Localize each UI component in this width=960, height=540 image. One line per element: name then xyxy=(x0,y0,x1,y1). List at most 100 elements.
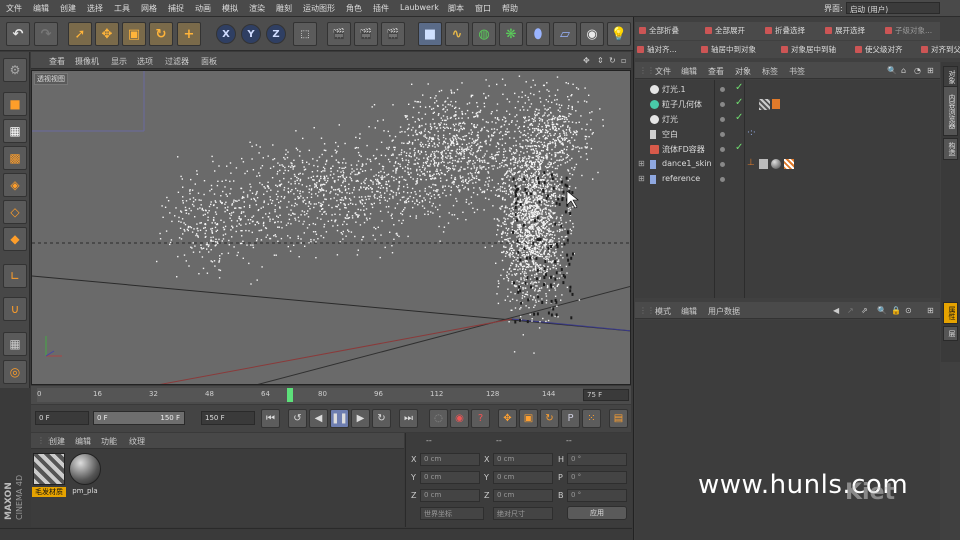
render-picture-viewer-icon[interactable]: 🎬 xyxy=(354,22,378,46)
up-arrow-icon[interactable]: ↗ xyxy=(847,306,854,315)
child-object-button[interactable]: 子级对象... xyxy=(885,25,932,37)
workplane-lock-icon[interactable]: ▦ xyxy=(3,332,27,356)
viewport-nav-zoom-icon[interactable]: ⇕ xyxy=(597,56,604,65)
visibility-dot[interactable] xyxy=(720,132,725,137)
goto-end-icon[interactable]: ⏭ xyxy=(399,409,418,428)
scale-icon[interactable]: ▣ xyxy=(122,22,146,46)
pause-icon[interactable]: ❚❚ xyxy=(330,409,349,428)
pos-y-field[interactable]: 0 cm xyxy=(420,471,480,484)
key-scale-icon[interactable]: ▣ xyxy=(519,409,538,428)
visibility-dot[interactable] xyxy=(720,117,725,122)
size-x-field[interactable]: 0 cm xyxy=(493,453,553,466)
constraint-tag-icon[interactable]: ·:· xyxy=(747,128,756,138)
edges-mode-icon[interactable]: ◇ xyxy=(3,200,27,224)
timeline-window-icon[interactable]: ▤ xyxy=(609,409,628,428)
timeline-playhead[interactable] xyxy=(286,388,293,402)
floor-icon[interactable]: ▱ xyxy=(553,22,577,46)
attr-menu-edit[interactable]: 编辑 xyxy=(681,306,697,317)
menu-mesh[interactable]: 网格 xyxy=(141,3,157,14)
menu-window[interactable]: 窗口 xyxy=(475,3,491,14)
rot-p-field[interactable]: 0 ° xyxy=(567,471,627,484)
object-row[interactable]: 灯光.1 ✓ xyxy=(635,82,940,97)
next-key-icon[interactable]: ↻ xyxy=(372,409,391,428)
size-mode-select[interactable]: 绝对尺寸 xyxy=(493,507,553,520)
timeline-ruler[interactable]: 0 16 32 48 64 80 96 112 128 144 75 F xyxy=(31,386,631,404)
material-tag-icon[interactable] xyxy=(759,99,770,110)
object-menu-bookmarks[interactable]: 书签 xyxy=(789,66,805,77)
align-to-parent-button[interactable]: 使父级对齐 xyxy=(855,44,903,56)
tag-icon[interactable] xyxy=(772,99,780,109)
enabled-check-icon[interactable]: ✓ xyxy=(735,97,743,108)
hair-material-swatch[interactable] xyxy=(33,453,65,485)
material-menu-create[interactable]: 创建 xyxy=(49,436,65,447)
visibility-dot[interactable] xyxy=(720,87,725,92)
render-view-icon[interactable]: 🎬 xyxy=(327,22,351,46)
enabled-check-icon[interactable]: ✓ xyxy=(735,112,743,123)
menu-animate[interactable]: 动画 xyxy=(195,3,211,14)
constraint-tag-icon[interactable]: ⊥ xyxy=(747,158,755,168)
lock-icon[interactable]: ◎ xyxy=(3,360,27,384)
new-window-icon[interactable]: ⊞ xyxy=(927,66,934,75)
key-position-icon[interactable]: ✥ xyxy=(498,409,517,428)
object-row[interactable]: ⊞ reference xyxy=(635,172,940,187)
search-icon[interactable]: 🔍 xyxy=(887,66,897,75)
object-menu-view[interactable]: 查看 xyxy=(708,66,724,77)
texture-mode-icon[interactable]: ▦ xyxy=(3,119,27,143)
visibility-dot[interactable] xyxy=(720,102,725,107)
object-menu-edit[interactable]: 编辑 xyxy=(681,66,697,77)
menu-select[interactable]: 选择 xyxy=(87,3,103,14)
move-icon[interactable]: ✥ xyxy=(95,22,119,46)
spline-icon[interactable]: ∿ xyxy=(445,22,469,46)
tab-content-browser[interactable]: 内容浏览器 xyxy=(943,86,958,136)
menu-render[interactable]: 渲染 xyxy=(249,3,265,14)
autokey-icon[interactable]: ◉ xyxy=(450,409,469,428)
key-parameter-icon[interactable]: P xyxy=(561,409,580,428)
tab-structure[interactable]: 构造 xyxy=(943,138,958,160)
align-to-parent-button-2[interactable]: 对齐到父 xyxy=(921,44,960,56)
record-keys-icon[interactable]: ◌ xyxy=(429,409,448,428)
viewport-nav-move-icon[interactable]: ✥ xyxy=(583,56,590,65)
viewport-menu-camera[interactable]: 摄像机 xyxy=(75,56,99,67)
prev-frame-icon[interactable]: ◀ xyxy=(309,409,328,428)
visibility-dot[interactable] xyxy=(720,147,725,152)
pos-x-field[interactable]: 0 cm xyxy=(420,453,480,466)
y-axis-icon[interactable]: Y xyxy=(241,24,261,44)
pm-material-swatch[interactable] xyxy=(69,453,101,485)
nurbs-icon[interactable]: ◍ xyxy=(472,22,496,46)
texture-tag-icon[interactable] xyxy=(784,159,794,169)
forward-icon[interactable]: ⇗ xyxy=(861,306,868,315)
viewport-nav-rotate-icon[interactable]: ↻ xyxy=(609,56,616,65)
collapse-selection-button[interactable]: 折叠选择 xyxy=(765,25,805,37)
light-icon[interactable]: 💡 xyxy=(607,22,631,46)
add-icon[interactable]: + xyxy=(177,22,201,46)
attr-menu-userdata[interactable]: 用户数据 xyxy=(708,306,740,317)
rotate-icon[interactable]: ↻ xyxy=(149,22,173,46)
object-row[interactable]: 流体FD容器 ✓ xyxy=(635,142,940,157)
menu-character[interactable]: 角色 xyxy=(346,3,362,14)
viewport-menu-filter[interactable]: 过滤器 xyxy=(165,56,189,67)
object-row[interactable]: 粒子几何体 ✓ xyxy=(635,97,940,112)
lock-icon[interactable]: 🔒 xyxy=(891,306,901,315)
timeline-end-field[interactable]: 75 F xyxy=(583,389,629,401)
snap-icon[interactable]: ∪ xyxy=(3,297,27,321)
model-mode-icon[interactable]: ■ xyxy=(3,92,27,116)
menu-mograph[interactable]: 运动图形 xyxy=(303,3,335,14)
home-icon[interactable]: ⌂ xyxy=(901,66,906,75)
menu-script[interactable]: 脚本 xyxy=(448,3,464,14)
key-rotation-icon[interactable]: ↻ xyxy=(540,409,559,428)
x-axis-icon[interactable]: X xyxy=(216,24,236,44)
perspective-viewport[interactable]: 透视视图 xyxy=(31,70,631,385)
object-center-to-axis-button[interactable]: 对象居中到轴 xyxy=(781,44,836,56)
search-icon[interactable]: 🔍 xyxy=(877,306,887,315)
material-menu-function[interactable]: 功能 xyxy=(101,436,117,447)
menu-tools[interactable]: 工具 xyxy=(114,3,130,14)
viewport-menu-panel[interactable]: 面板 xyxy=(201,56,217,67)
expand-icon[interactable]: ⊞ xyxy=(638,174,645,183)
material-menu-texture[interactable]: 纹理 xyxy=(129,436,145,447)
menu-plugins[interactable]: 插件 xyxy=(373,3,389,14)
back-arrow-icon[interactable]: ◀ xyxy=(833,306,839,315)
weight-tag-icon[interactable] xyxy=(759,159,768,169)
menu-edit[interactable]: 编辑 xyxy=(33,3,49,14)
visibility-dot[interactable] xyxy=(720,177,725,182)
expand-icon[interactable]: ⊞ xyxy=(638,159,645,168)
